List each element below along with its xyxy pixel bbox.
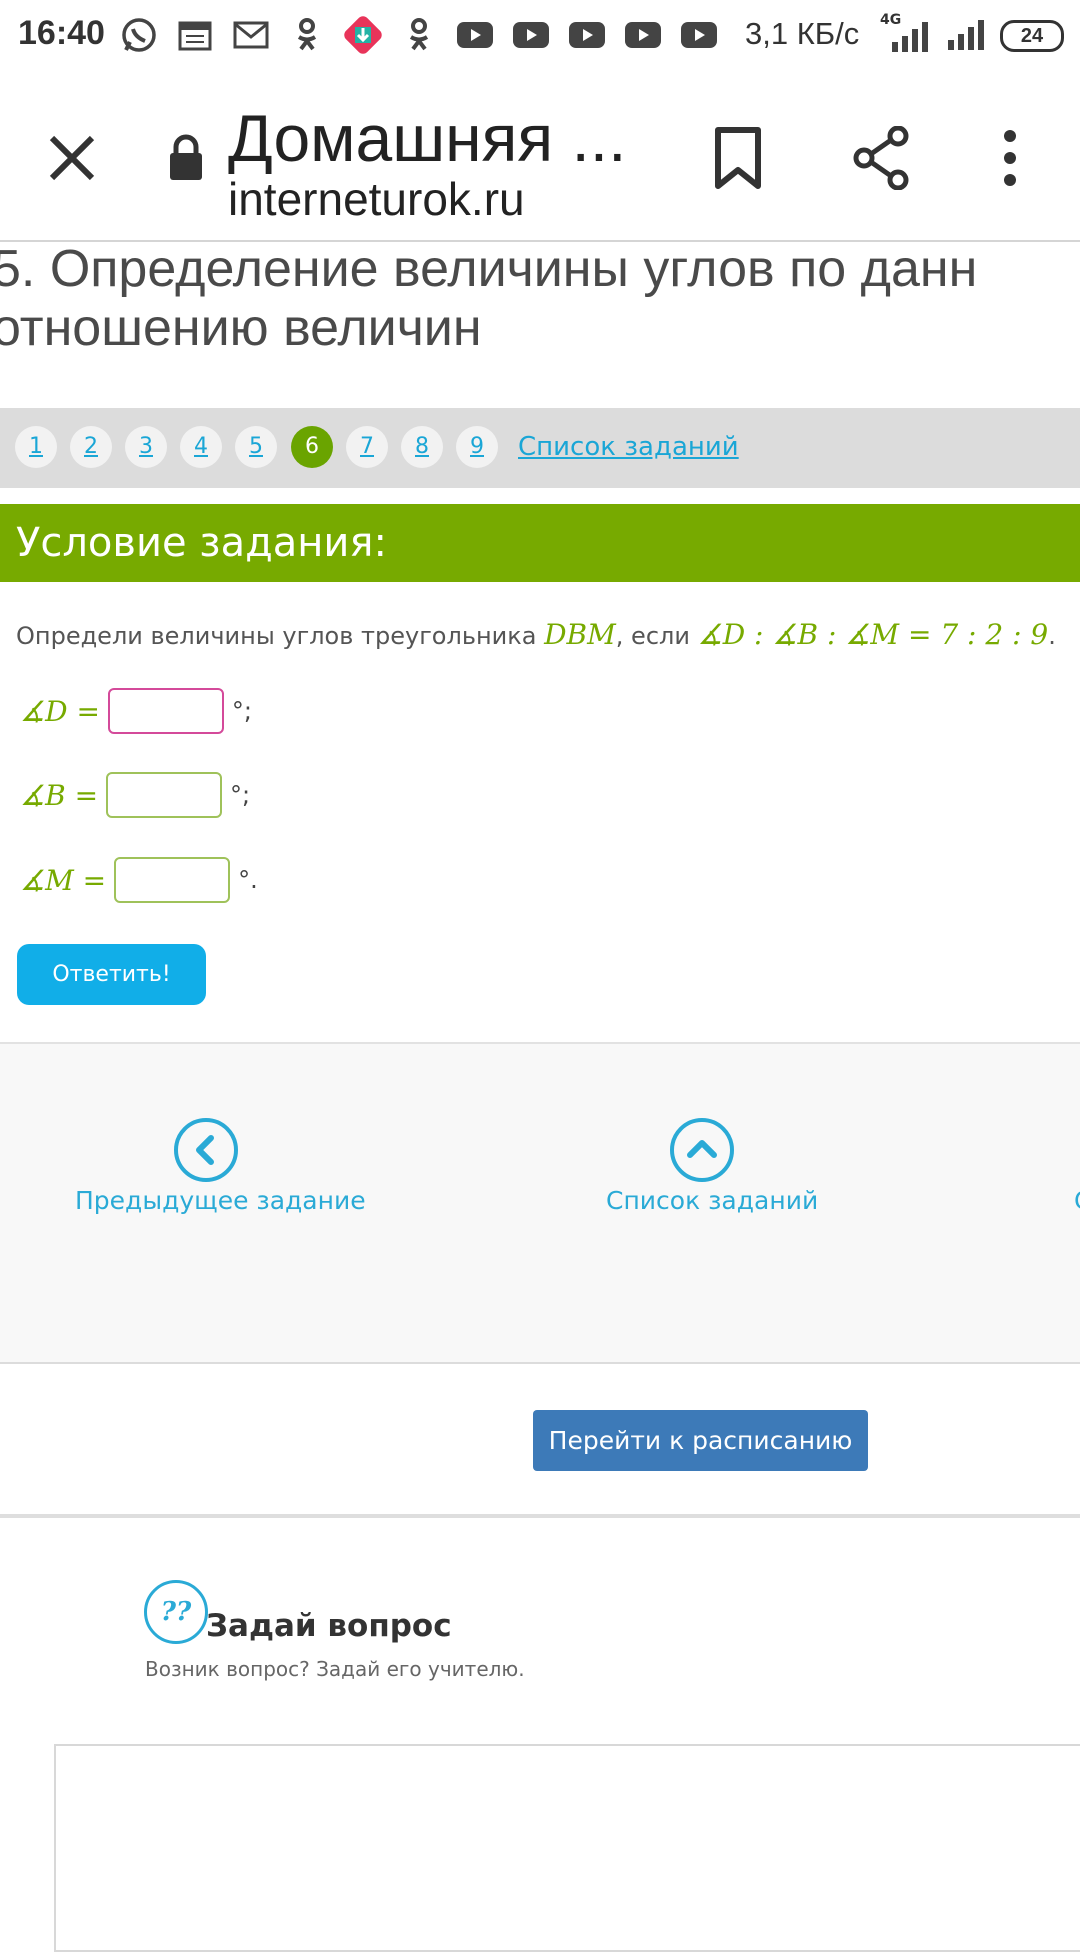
network-speed: 3,1 КБ/с	[745, 16, 860, 51]
more-options-icon[interactable]	[996, 126, 1024, 190]
youtube-icon	[454, 14, 496, 56]
answer-row-d: ∡D = °;	[20, 686, 252, 736]
ask-question-subtitle: Возник вопрос? Задай его учителю.	[145, 1657, 525, 1681]
task-list-link[interactable]: Список заданий	[518, 432, 739, 462]
task-text-before: Определи величины углов треугольника	[16, 622, 545, 650]
youtube-icon	[622, 14, 664, 56]
question-textarea[interactable]	[54, 1744, 1080, 1952]
chevron-left-icon[interactable]	[174, 1118, 238, 1182]
answer-row-m: ∡M = °.	[20, 855, 258, 905]
task-navigation: Предыдущее задание Список заданий С	[0, 1042, 1080, 1364]
pager-item-6[interactable]: 6	[291, 426, 333, 468]
previous-task-link[interactable]: Предыдущее задание	[75, 1186, 366, 1215]
whatsapp-icon	[118, 14, 160, 56]
mail-icon	[230, 14, 272, 56]
calendar-icon	[174, 14, 216, 56]
youtube-icon	[678, 14, 720, 56]
section-divider	[0, 1514, 1080, 1518]
pager-item-1[interactable]: 1	[15, 426, 57, 468]
youtube-icon	[510, 14, 552, 56]
browser-url[interactable]: interneturok.ru	[228, 172, 525, 226]
browser-page-title: Домашняя ...	[228, 101, 627, 175]
ratio-expression: ∡D : ∡B : ∡M = 7 : 2 : 9	[697, 618, 1049, 651]
angle-m-label: ∡M =	[20, 863, 107, 897]
battery-icon: 24	[1000, 20, 1064, 52]
question-icon: ??	[144, 1580, 208, 1644]
browser-toolbar: Домашняя ... interneturok.ru	[0, 72, 1080, 242]
app-icon	[342, 14, 384, 56]
pager-item-2[interactable]: 2	[70, 426, 112, 468]
pager-item-8[interactable]: 8	[401, 426, 443, 468]
next-task-link[interactable]: С	[1074, 1186, 1080, 1215]
status-right: 4G 24	[878, 12, 1064, 56]
youtube-icon	[566, 14, 608, 56]
signal-icon	[946, 16, 988, 56]
signal-4g-icon: 4G	[878, 12, 934, 54]
page-title-line1: 5. Определение величины углов по данн	[0, 240, 978, 298]
page-title: 5. Определение величины углов по данн от…	[0, 240, 1080, 358]
page-title-line2: отношению величин	[0, 299, 482, 357]
go-to-schedule-button[interactable]: Перейти к расписанию	[533, 1410, 868, 1471]
task-text-end: .	[1048, 622, 1056, 650]
triangle-name: DBM	[544, 618, 616, 651]
pager-item-4[interactable]: 4	[180, 426, 222, 468]
pager-item-5[interactable]: 5	[235, 426, 277, 468]
notification-icons	[118, 14, 720, 56]
pager-item-3[interactable]: 3	[125, 426, 167, 468]
angle-d-label: ∡D =	[20, 694, 100, 728]
task-pager: 1 2 3 4 5 6 7 8 9 Список заданий	[0, 408, 1080, 488]
share-icon[interactable]	[852, 125, 912, 191]
angle-d-suffix: °;	[231, 697, 253, 725]
odnoklassniki-icon	[286, 14, 328, 56]
status-bar: 16:40 3,1 КБ/с 4G 24	[0, 0, 1080, 72]
ask-question-title: Задай вопрос	[206, 1608, 452, 1644]
angle-d-input[interactable]	[107, 688, 224, 734]
odnoklassniki-icon	[398, 14, 440, 56]
task-text-middle: , если	[615, 622, 698, 650]
angle-m-suffix: °.	[238, 866, 258, 894]
pager-item-9[interactable]: 9	[456, 426, 498, 468]
submit-answer-button[interactable]: Ответить!	[17, 944, 206, 1005]
angle-m-input[interactable]	[114, 857, 231, 903]
bookmark-icon[interactable]	[712, 126, 764, 190]
close-icon[interactable]	[44, 130, 100, 186]
task-statement: Определи величины углов треугольника DBM…	[16, 618, 1056, 651]
task-list-nav-link[interactable]: Список заданий	[606, 1186, 818, 1215]
lock-icon[interactable]	[168, 134, 204, 182]
angle-b-input[interactable]	[106, 772, 223, 818]
answer-row-b: ∡B = °;	[20, 770, 250, 820]
angle-b-label: ∡B =	[20, 778, 99, 812]
angle-b-suffix: °;	[230, 781, 251, 809]
pager-item-7[interactable]: 7	[346, 426, 388, 468]
chevron-up-icon[interactable]	[670, 1118, 734, 1182]
condition-header: Условие задания:	[0, 504, 1080, 582]
status-time: 16:40	[18, 14, 105, 52]
